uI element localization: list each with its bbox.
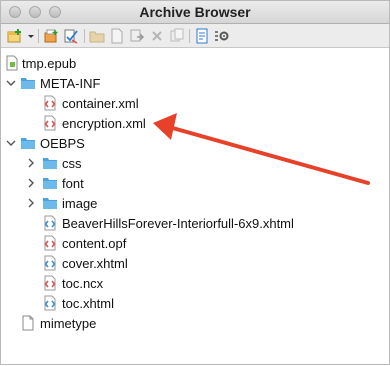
tree-item-content-opf[interactable]: content.opf (1, 233, 389, 253)
tree-item-mimetype[interactable]: mimetype (1, 313, 389, 333)
tree-item-label: BeaverHillsForever-Interiorfull-6x9.xhtm… (62, 216, 294, 231)
plain-file-icon (20, 315, 36, 331)
folder-icon (42, 195, 58, 211)
window-title: Archive Browser (139, 4, 251, 20)
tree-item-encryption-xml[interactable]: encryption.xml (1, 113, 389, 133)
archive-browser-window: Archive Browser tmp.epub META-INF contai… (0, 0, 390, 365)
folder-icon (42, 175, 58, 191)
xml-file-icon (42, 95, 58, 111)
toolbar (1, 24, 389, 48)
chevron-right-icon[interactable] (25, 156, 37, 170)
chevron-down-icon[interactable] (5, 76, 17, 90)
settings-icon[interactable] (214, 28, 230, 44)
tree-item-oebps[interactable]: OEBPS (1, 133, 389, 153)
validate-icon[interactable] (63, 28, 79, 44)
new-folder-icon[interactable] (89, 28, 105, 44)
xml-file-icon (42, 235, 58, 251)
copy-icon[interactable] (169, 28, 185, 44)
tree-item-xhtml-main[interactable]: BeaverHillsForever-Interiorfull-6x9.xhtm… (1, 213, 389, 233)
tree-item-css[interactable]: css (1, 153, 389, 173)
tree-item-font[interactable]: font (1, 173, 389, 193)
chevron-right-icon[interactable] (25, 176, 37, 190)
new-file-icon[interactable] (109, 28, 125, 44)
tree-item-label: mimetype (40, 316, 97, 331)
dropdown-arrow-icon[interactable] (27, 28, 35, 44)
tree-item-toc-ncx[interactable]: toc.ncx (1, 273, 389, 293)
folder-icon (42, 155, 58, 171)
extract-icon[interactable] (129, 28, 145, 44)
tree-item-label: tmp.epub (22, 56, 77, 71)
add-archive-icon[interactable] (7, 28, 23, 44)
tree-item-container-xml[interactable]: container.xml (1, 93, 389, 113)
tree-item-label: cover.xhtml (62, 256, 128, 271)
folder-icon (20, 135, 36, 151)
xhtml-file-icon (42, 255, 58, 271)
xhtml-file-icon (42, 295, 58, 311)
tree-item-image[interactable]: image (1, 193, 389, 213)
preview-icon[interactable] (194, 28, 210, 44)
tree-item-label: META-INF (40, 76, 101, 91)
xhtml-file-icon (42, 215, 58, 231)
tree-item-label: container.xml (62, 96, 139, 111)
folder-icon (20, 75, 36, 91)
tree-item-meta-inf[interactable]: META-INF (1, 73, 389, 93)
tree-item-label: toc.xhtml (62, 296, 115, 311)
chevron-down-icon[interactable] (5, 136, 17, 150)
tree-item-label: OEBPS (40, 136, 85, 151)
chevron-right-icon[interactable] (25, 196, 37, 210)
tree-item-label: content.opf (62, 236, 127, 251)
tree-item-label: font (62, 176, 84, 191)
title-bar: Archive Browser (1, 1, 389, 24)
tree-item-root[interactable]: tmp.epub (1, 53, 389, 73)
add-folder-icon[interactable] (43, 28, 59, 44)
tree-item-toc-xhtml[interactable]: toc.xhtml (1, 293, 389, 313)
tree-item-label: toc.ncx (62, 276, 104, 291)
tree-item-label: image (62, 196, 98, 211)
tree-item-cover-xhtml[interactable]: cover.xhtml (1, 253, 389, 273)
tree-item-label: css (62, 156, 82, 171)
xml-file-icon (42, 115, 58, 131)
xml-file-icon (42, 275, 58, 291)
file-tree: tmp.epub META-INF container.xml encrypti… (1, 49, 389, 364)
delete-icon[interactable] (149, 28, 165, 44)
tree-item-label: encryption.xml (62, 116, 146, 131)
epub-file-icon (4, 55, 20, 71)
